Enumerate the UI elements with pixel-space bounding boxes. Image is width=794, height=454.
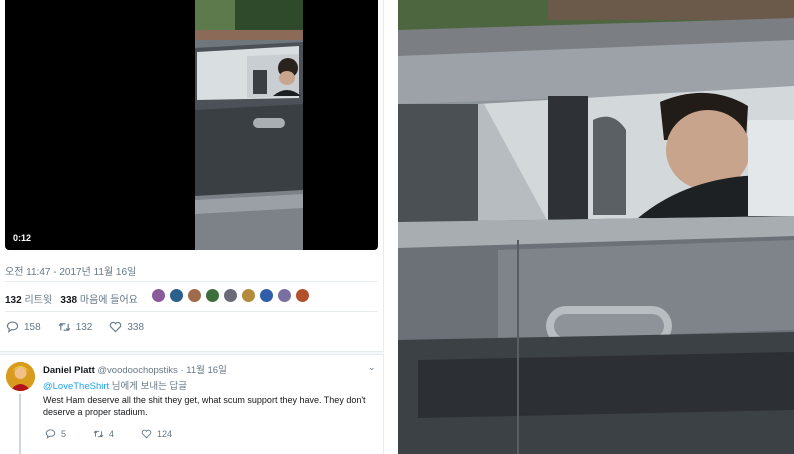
reply-icon — [45, 429, 56, 439]
tweet-panel: 0:12 오전 11:47 - 2017년 11월 16일 132 리트윗 33… — [0, 0, 384, 454]
caret-down-icon[interactable]: ⌄ — [368, 362, 376, 373]
reply-context: @LoveTheShirt 님에게 보내는 답글 — [43, 378, 187, 392]
liker-avatar[interactable] — [241, 288, 256, 303]
like-count[interactable]: 338 — [60, 295, 77, 306]
video-frame-image — [195, 0, 303, 250]
retweet-action-count: 132 — [75, 321, 93, 333]
video-frame — [195, 0, 303, 250]
reply-count: 158 — [24, 321, 41, 333]
author-handle[interactable]: @voodoochopstiks — [97, 365, 177, 376]
retweet-label[interactable]: 리트윗 — [24, 295, 52, 306]
liker-avatar[interactable] — [151, 288, 166, 303]
thread-line — [19, 394, 21, 454]
reply-button[interactable]: 158 — [6, 321, 41, 333]
reply-header: Daniel Platt @voodoochopstiks · 11월 16일 — [43, 362, 227, 376]
video-player[interactable]: 0:12 — [5, 0, 378, 250]
retweet-button[interactable]: 132 — [58, 321, 93, 333]
liker-avatars — [151, 288, 310, 303]
avatar-image — [6, 362, 35, 391]
reply-date[interactable]: 11월 16일 — [186, 365, 227, 376]
liker-avatar[interactable] — [223, 288, 238, 303]
header-separator: · — [180, 365, 184, 376]
video-duration: 0:12 — [13, 233, 32, 243]
liker-avatar[interactable] — [187, 288, 202, 303]
retweet-icon — [58, 322, 71, 332]
car-driver-photo — [398, 0, 794, 454]
divider — [5, 281, 378, 282]
reply-retweet-count: 4 — [109, 429, 115, 439]
video-still-image — [398, 0, 794, 454]
reply-reply-count: 5 — [61, 429, 67, 439]
retweet-count[interactable]: 132 — [5, 295, 22, 306]
reply-text: West Ham deserve all the shit they get, … — [43, 395, 366, 417]
like-icon — [110, 321, 122, 333]
like-icon — [141, 429, 152, 439]
retweet-button[interactable]: 4 — [93, 429, 114, 439]
retweet-icon — [93, 430, 104, 438]
liker-avatar[interactable] — [259, 288, 274, 303]
reply-to-link[interactable]: @LoveTheShirt — [43, 381, 109, 392]
tweet-timestamp[interactable]: 오전 11:47 - 2017년 11월 16일 — [5, 263, 136, 278]
reply-like-count: 124 — [157, 429, 173, 439]
reply-to-suffix: 님에게 보내는 답글 — [111, 381, 187, 392]
tweet-stats: 132 리트윗 338 마음에 들어요 — [5, 291, 138, 306]
author-name[interactable]: Daniel Platt — [43, 365, 95, 376]
like-button[interactable]: 338 — [109, 321, 144, 333]
like-label[interactable]: 마음에 들어요 — [80, 295, 138, 306]
reply-separator — [0, 351, 384, 355]
reply-actions: 5 4 124 — [45, 429, 199, 439]
reply-button[interactable]: 5 — [45, 429, 66, 439]
tweet-actions: 158 132 338 — [6, 321, 161, 333]
reply-icon — [6, 321, 19, 333]
avatar[interactable] — [6, 362, 35, 391]
divider — [5, 311, 378, 312]
liker-avatar[interactable] — [205, 288, 220, 303]
liker-avatar[interactable] — [295, 288, 310, 303]
like-action-count: 338 — [127, 321, 145, 333]
reply-tweet[interactable]: Daniel Platt @voodoochopstiks · 11월 16일 … — [0, 356, 384, 454]
like-button[interactable]: 124 — [141, 429, 172, 439]
liker-avatar[interactable] — [169, 288, 184, 303]
liker-avatar[interactable] — [277, 288, 292, 303]
